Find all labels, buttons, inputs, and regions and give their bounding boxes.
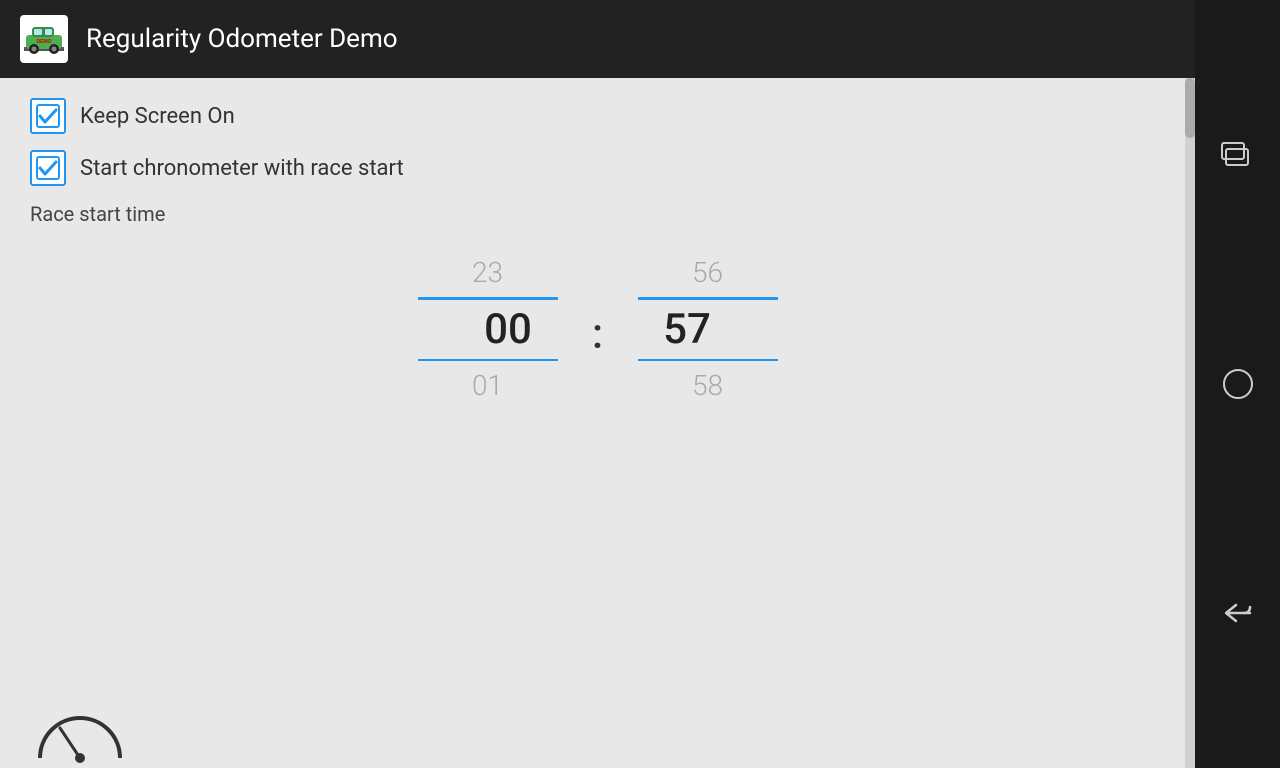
home-button[interactable] [1208,354,1268,414]
minutes-value-col[interactable]: 57 [607,301,767,358]
hours-below-value: 01 [472,369,503,402]
nav-buttons [1195,0,1280,768]
scrollbar[interactable] [1185,78,1195,768]
minutes-current-value[interactable]: 57 [663,305,711,354]
back-button[interactable] [1208,583,1268,643]
minutes-col-below: 58 [628,361,788,402]
svg-text:DEMO: DEMO [37,39,52,45]
hours-col-below: 01 [408,361,568,402]
hours-value-col[interactable]: 00 [428,301,588,358]
minutes-col-above: 56 [628,256,788,297]
content-area: Keep Screen On Start chronometer with ra… [0,78,1195,768]
recent-apps-button[interactable] [1208,125,1268,185]
minutes-below-value: 58 [692,369,723,402]
app-icon: DEMO [20,15,68,63]
time-value-row: 00 : 57 [428,300,767,359]
time-below-row: 01 58 [408,361,788,402]
start-chrono-label: Start chronometer with race start [80,156,404,181]
minutes-above-value: 56 [692,256,723,289]
hours-current-value[interactable]: 00 [484,305,532,354]
title-bar: DEMO Regularity Odometer Demo [0,0,1195,78]
time-picker: 23 56 00 [30,256,1165,402]
start-chrono-row: Start chronometer with race start [30,150,1165,186]
race-start-time-label: Race start time [30,202,1165,226]
scrollbar-thumb[interactable] [1185,78,1195,138]
app-area: DEMO Regularity Odometer Demo Keep Scree… [0,0,1195,768]
app-title: Regularity Odometer Demo [86,24,398,54]
time-above-row: 23 56 [408,256,788,297]
keep-screen-on-checkbox[interactable] [30,98,66,134]
keep-screen-on-label: Keep Screen On [80,104,235,129]
hours-col-above: 23 [408,256,568,297]
bottom-icon [20,688,140,768]
start-chrono-checkbox[interactable] [30,150,66,186]
keep-screen-on-row: Keep Screen On [30,98,1165,134]
time-separator: : [592,300,603,359]
hours-above-value: 23 [472,256,503,289]
